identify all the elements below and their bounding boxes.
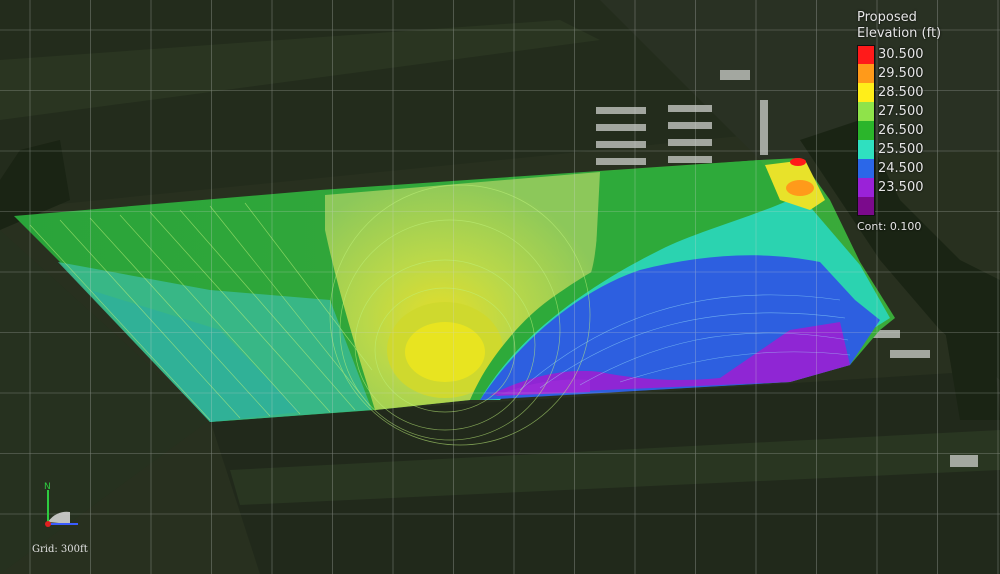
legend-title-line1: Proposed	[857, 10, 917, 25]
legend-swatch	[857, 83, 875, 102]
map-viewport[interactable]: Proposed Elevation (ft) 30.500 29.500 28.5…	[0, 0, 1000, 574]
legend-row: 23.500	[857, 178, 997, 197]
legend-row: 27.500	[857, 102, 997, 121]
legend-value: 26.500	[878, 123, 924, 138]
legend-row: 25.500	[857, 140, 997, 159]
legend-swatch	[857, 140, 875, 159]
legend-row: 28.500	[857, 83, 997, 102]
grid-scale-label: Grid: 300ft	[32, 544, 88, 555]
legend-title-line2: Elevation (ft)	[857, 26, 942, 41]
contour-interval-note: Cont: 0.100	[857, 220, 922, 233]
legend-value: 28.500	[878, 85, 924, 100]
legend-swatch	[857, 45, 875, 64]
legend-row	[857, 197, 997, 216]
legend-value: 30.500	[878, 47, 924, 62]
legend-rows: 30.500 29.500 28.500 27.500 26.500 25.500 24.5…	[857, 45, 997, 216]
legend-row: 26.500	[857, 121, 997, 140]
legend-value: 27.500	[878, 104, 924, 119]
legend-row: 30.500	[857, 45, 997, 64]
legend-swatch	[857, 121, 875, 140]
legend-swatch	[857, 197, 875, 216]
legend-value: 23.500	[878, 180, 924, 195]
legend-swatch	[857, 159, 875, 178]
orientation-triad: N	[44, 482, 78, 527]
north-label: N	[44, 482, 51, 492]
legend-swatch	[857, 64, 875, 83]
legend-swatch	[857, 178, 875, 197]
legend-row: 24.500	[857, 159, 997, 178]
legend-swatch	[857, 102, 875, 121]
elevation-legend: Proposed Elevation (ft) 30.500 29.500 28.5…	[857, 10, 997, 233]
map-canvas[interactable]	[0, 0, 1000, 574]
legend-value: 24.500	[878, 161, 924, 176]
legend-value: 25.500	[878, 142, 924, 157]
legend-row: 29.500	[857, 64, 997, 83]
legend-value: 29.500	[878, 66, 924, 81]
